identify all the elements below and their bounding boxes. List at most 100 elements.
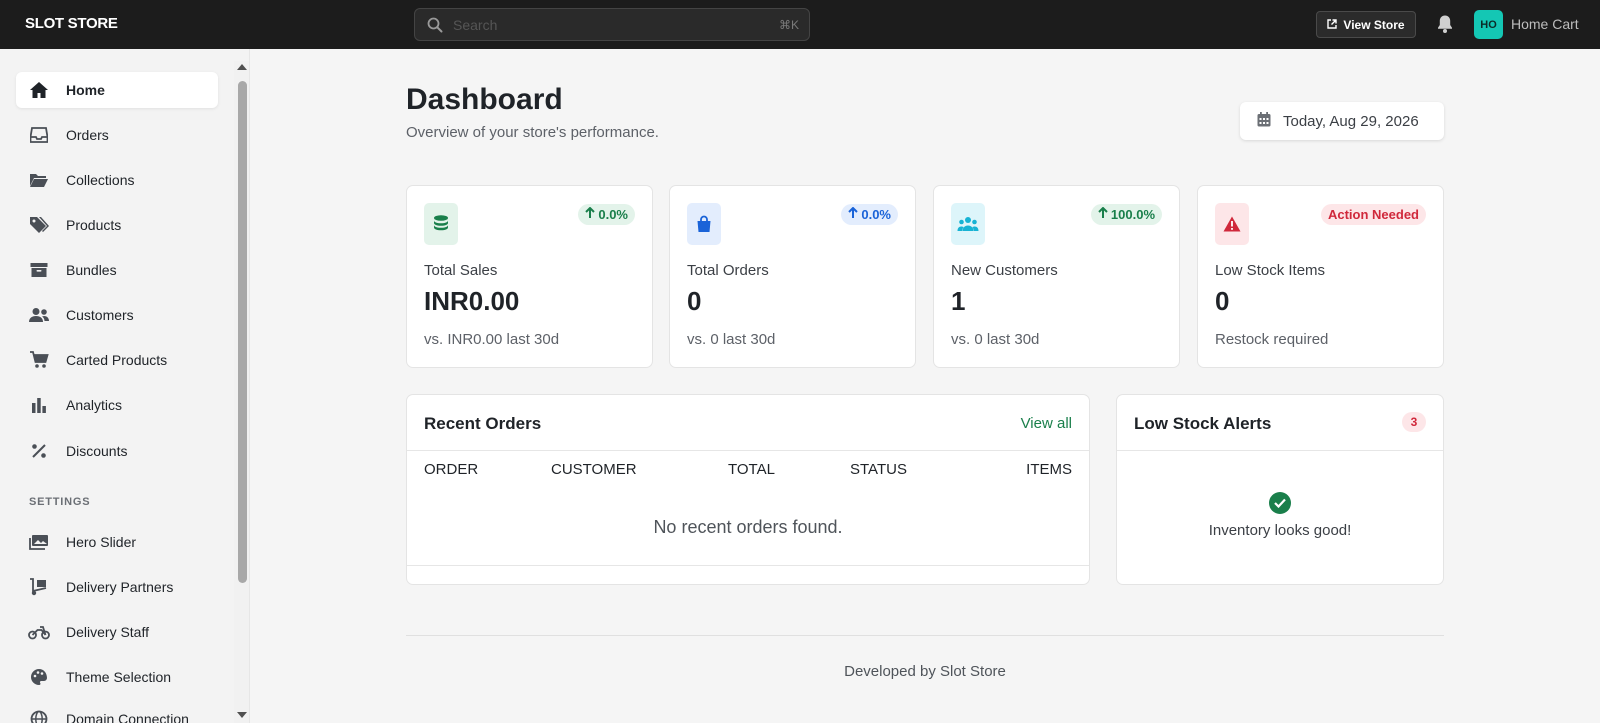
stat-value: 1 [951, 286, 966, 316]
trend-badge: 0.0% [841, 204, 898, 225]
divider [1117, 450, 1443, 451]
folder-icon [28, 171, 50, 189]
sidebar-item-delivery-staff[interactable]: Delivery Staff [16, 614, 218, 650]
tags-icon [28, 216, 50, 234]
avatar[interactable]: HO [1474, 10, 1503, 39]
store-name[interactable]: Home Cart [1511, 16, 1579, 32]
sidebar: Home Orders Collections Products Bundles… [0, 49, 250, 723]
external-link-icon [1327, 18, 1338, 32]
column-header-order: ORDER [424, 461, 479, 478]
scroll-thumb[interactable] [238, 81, 247, 583]
sidebar-item-label: Products [66, 217, 122, 233]
sidebar-scrollbar[interactable] [234, 61, 249, 723]
warning-icon [1215, 203, 1249, 245]
stat-card-low-stock: Action Needed Low Stock Items 0 Restock … [1197, 185, 1444, 368]
brand-logo[interactable]: SLOT STORE [25, 15, 118, 32]
sidebar-item-label: Hero Slider [66, 534, 137, 550]
images-icon [28, 533, 50, 551]
stat-label: Total Orders [687, 262, 769, 279]
column-header-total: TOTAL [728, 461, 775, 478]
view-all-link[interactable]: View all [1021, 415, 1072, 432]
search-shortcut: ⌘K [778, 17, 799, 32]
inventory-status-message: Inventory looks good! [1208, 522, 1352, 539]
sidebar-item-bundles[interactable]: Bundles [16, 252, 218, 288]
stat-card-total-sales: 0.0% Total Sales INR0.00 vs. INR0.00 las… [406, 185, 653, 368]
check-circle-icon [1269, 492, 1291, 514]
sidebar-item-label: Bundles [66, 262, 117, 278]
calendar-icon [1257, 111, 1271, 131]
sidebar-item-theme-selection[interactable]: Theme Selection [16, 659, 218, 695]
panel-title: Recent Orders [424, 414, 542, 433]
footer-divider [406, 635, 1444, 636]
sidebar-item-domain-connection[interactable]: Domain Connection [16, 701, 218, 723]
recent-orders-panel: Recent Orders View all ORDER CUSTOMER TO… [406, 394, 1090, 585]
dolly-icon [28, 578, 50, 596]
sidebar-item-label: Home [66, 82, 105, 98]
bar-chart-icon [28, 396, 50, 414]
sidebar-item-discounts[interactable]: Discounts [16, 433, 218, 469]
sidebar-item-label: Analytics [66, 397, 123, 413]
page-subtitle: Overview of your store's performance. [406, 124, 659, 141]
trend-badge: 0.0% [578, 204, 635, 225]
search-box[interactable]: ⌘K [414, 8, 810, 41]
date-range-button[interactable]: Today, Aug 29, 2026 [1240, 102, 1444, 140]
column-header-status: STATUS [850, 461, 907, 478]
arrow-up-icon [585, 206, 596, 222]
trend-value: 0.0% [861, 207, 891, 222]
footer-credit: Developed by Slot Store [844, 663, 1006, 680]
panel-title: Low Stock Alerts [1134, 414, 1272, 433]
search-icon [427, 17, 443, 33]
home-icon [28, 81, 50, 99]
search-input[interactable] [453, 16, 753, 33]
sidebar-item-label: Delivery Partners [66, 579, 174, 595]
scroll-down-arrow-icon[interactable] [237, 712, 247, 718]
stat-comparison: vs. 0 last 30d [687, 331, 776, 348]
sidebar-item-label: Discounts [66, 443, 128, 459]
sidebar-item-label: Carted Products [66, 352, 168, 368]
stat-label: New Customers [951, 262, 1058, 279]
users-icon [951, 203, 985, 245]
globe-icon [28, 710, 50, 723]
alert-count-badge: 3 [1402, 412, 1426, 432]
stat-label: Low Stock Items [1215, 262, 1326, 279]
palette-icon [28, 668, 50, 686]
stat-label: Total Sales [424, 262, 498, 279]
top-bar: SLOT STORE ⌘K View Store HO Home Cart [0, 0, 1600, 49]
sidebar-item-analytics[interactable]: Analytics [16, 387, 218, 423]
sidebar-item-collections[interactable]: Collections [16, 162, 218, 198]
divider [407, 450, 1089, 451]
divider [407, 565, 1089, 566]
trend-value: 100.0% [1110, 207, 1155, 222]
trend-value: 0.0% [598, 207, 628, 222]
scroll-up-arrow-icon[interactable] [237, 64, 247, 70]
sidebar-item-carted-products[interactable]: Carted Products [16, 342, 218, 378]
archive-icon [28, 261, 50, 279]
column-header-customer: CUSTOMER [551, 461, 637, 478]
sidebar-item-home[interactable]: Home [16, 72, 218, 108]
view-store-button[interactable]: View Store [1316, 11, 1416, 38]
sidebar-item-label: Orders [66, 127, 109, 143]
sidebar-item-label: Delivery Staff [66, 624, 149, 640]
inbox-icon [28, 126, 50, 144]
cart-icon [28, 351, 50, 369]
stat-comparison: vs. INR0.00 last 30d [424, 331, 560, 348]
users-icon [28, 306, 50, 324]
sidebar-item-products[interactable]: Products [16, 207, 218, 243]
column-header-items: ITEMS [1026, 461, 1072, 478]
sidebar-item-label: Domain Connection [66, 711, 189, 723]
sidebar-item-hero-slider[interactable]: Hero Slider [16, 524, 218, 560]
empty-state-message: No recent orders found. [653, 517, 843, 537]
stat-card-total-orders: 0.0% Total Orders 0 vs. 0 last 30d [669, 185, 916, 368]
action-needed-badge: Action Needed [1320, 204, 1426, 225]
sidebar-item-label: Collections [66, 172, 135, 188]
page-title: Dashboard [406, 83, 563, 116]
sidebar-item-delivery-partners[interactable]: Delivery Partners [16, 569, 218, 605]
motorcycle-icon [28, 623, 50, 641]
sidebar-item-label: Customers [66, 307, 134, 323]
settings-section-label: SETTINGS [29, 496, 91, 508]
stat-value: INR0.00 [424, 286, 520, 316]
sidebar-item-customers[interactable]: Customers [16, 297, 218, 333]
sidebar-item-orders[interactable]: Orders [16, 117, 218, 153]
bell-icon[interactable] [1436, 14, 1454, 34]
view-store-label: View Store [1343, 17, 1405, 32]
